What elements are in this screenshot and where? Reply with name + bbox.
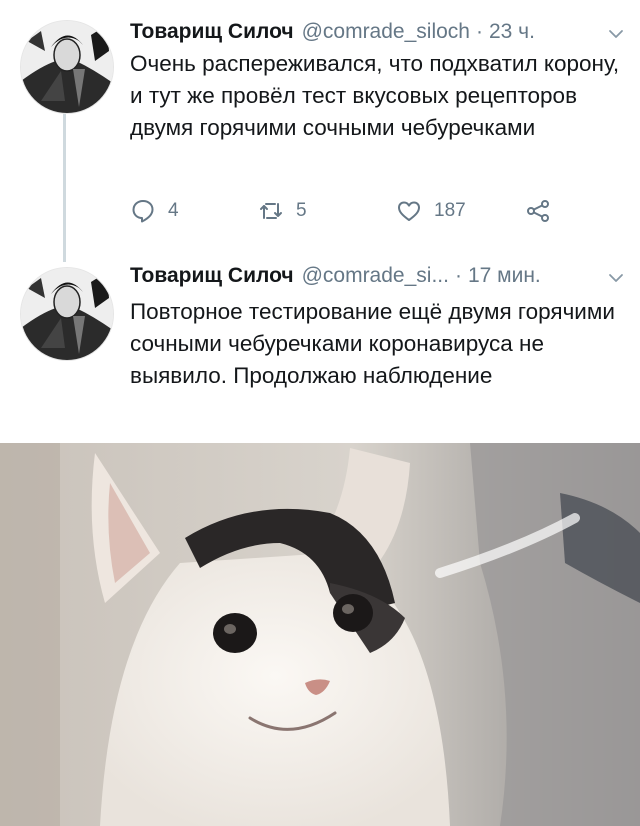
separator-dot: · [454, 264, 462, 287]
reply-icon [132, 200, 154, 223]
cat-photo-image [0, 443, 640, 826]
tweet-text: Повторное тестирование ещё двумя горячим… [130, 299, 615, 388]
chevron-down-icon[interactable] [606, 268, 626, 288]
separator-dot: · [475, 20, 483, 43]
like-count: 187 [434, 200, 466, 221]
avatar[interactable] [20, 20, 114, 114]
author-name[interactable]: Товарищ Силоч [130, 264, 294, 288]
reply-count: 4 [168, 200, 179, 221]
like-button[interactable]: 187 [396, 198, 466, 224]
heart-icon [398, 201, 420, 221]
share-button[interactable] [525, 198, 563, 224]
tweet-header: Товарищ Силоч @comrade_siloch · 23 ч. [130, 20, 590, 50]
tweet-header: Товарищ Силоч @comrade_si... · 17 мин. [130, 264, 590, 294]
tweet-actions: 4 5 187 [130, 198, 570, 230]
author-name[interactable]: Товарищ Силоч [130, 20, 294, 44]
chevron-down-icon[interactable] [606, 24, 626, 44]
timestamp[interactable]: 17 мин. [468, 264, 541, 288]
retweet-button[interactable]: 5 [258, 198, 307, 224]
retweet-count: 5 [296, 200, 307, 221]
tweet[interactable]: Товарищ Силоч @comrade_siloch · 23 ч. Оч… [0, 0, 640, 262]
tweet[interactable]: Товарищ Силоч @comrade_si... · 17 мин. П… [0, 262, 640, 442]
avatar-image [21, 268, 113, 360]
share-icon [527, 200, 549, 222]
tweet-text: Очень распереживался, что подхватил коро… [130, 51, 620, 140]
author-handle[interactable]: @comrade_si... [302, 264, 449, 288]
reply-button[interactable]: 4 [130, 198, 179, 224]
timestamp[interactable]: 23 ч. [489, 20, 535, 44]
avatar[interactable] [20, 267, 114, 361]
retweet-icon [260, 203, 282, 219]
author-handle[interactable]: @comrade_siloch [302, 20, 470, 44]
avatar-image [21, 21, 113, 113]
tweet-photo[interactable] [0, 443, 640, 826]
